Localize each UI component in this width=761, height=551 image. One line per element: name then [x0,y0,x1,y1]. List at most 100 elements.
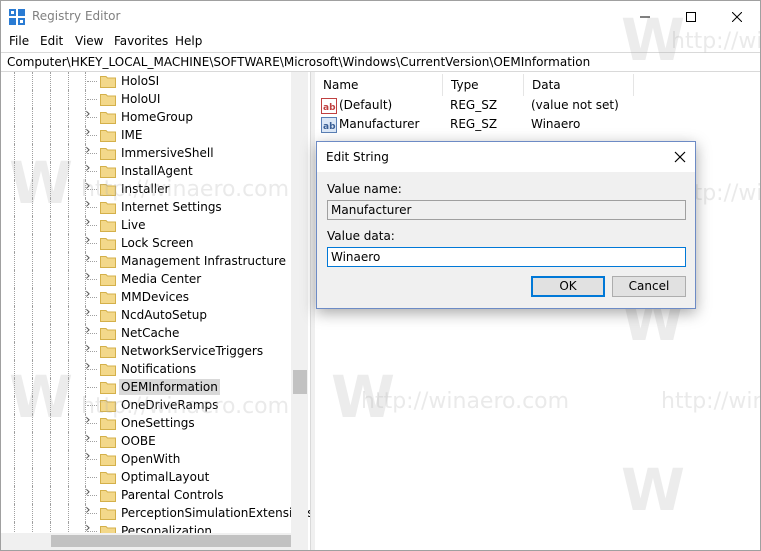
tree-item[interactable]: › Live [1,215,301,234]
column-header-name[interactable]: Name [315,74,443,96]
tree-item[interactable]: › Lock Screen [1,233,301,252]
tree-guide-line [32,90,33,108]
menu-view[interactable]: View [75,34,103,48]
expand-chevron-icon[interactable]: › [85,179,95,193]
key-tree[interactable]: HoloSI HoloUI › HomeGroup › IME › ImmersiveShel… [1,72,310,550]
tree-guide-line [85,72,86,90]
tree-item[interactable]: OEMInformation [1,378,301,396]
tree-item-label: Media Center [121,272,202,286]
tree-horizontal-scroll-thumb[interactable] [51,535,291,547]
expand-chevron-icon[interactable]: › [85,161,95,175]
title-bar[interactable]: Registry Editor [1,1,760,32]
tree-guide-line [32,198,33,216]
cancel-button[interactable]: Cancel [612,276,686,297]
tree-item[interactable]: › Media Center [1,269,301,288]
value-row-manufacturer[interactable]: ab Manufacturer REG_SZ Winaero [315,116,760,135]
tree-guide-line [14,414,15,432]
dialog-title-bar[interactable]: Edit String [317,142,695,172]
dialog-close-button[interactable] [669,146,691,168]
maximize-button[interactable] [668,1,714,32]
tree-guide-line [14,108,15,126]
folder-icon [100,328,116,340]
tree-guide-line [50,216,51,234]
tree-guide-line [68,432,69,450]
tree-item[interactable]: › OneSettings [1,413,301,432]
list-header: Name Type Data [315,74,760,96]
tree-guide-line [32,72,33,90]
tree-guide-line [32,108,33,126]
tree-vertical-scroll-thumb[interactable] [293,370,307,394]
tree-item[interactable]: › MMDevices [1,287,301,306]
tree-item[interactable]: OneDriveRamps [1,396,301,414]
svg-text:ab: ab [323,103,336,113]
address-bar[interactable]: Computer\HKEY_LOCAL_MACHINE\SOFTWARE\Mic… [1,52,760,72]
close-button[interactable] [714,1,760,32]
menu-favorites[interactable]: Favorites [114,34,168,48]
tree-item[interactable]: › Internet Settings [1,197,301,216]
expand-chevron-icon[interactable]: › [85,359,95,373]
expand-chevron-icon[interactable]: › [85,431,95,445]
value-type: REG_SZ [450,117,498,131]
tree-item[interactable]: › HomeGroup [1,107,301,126]
tree-item[interactable]: › InstallAgent [1,161,301,180]
expand-chevron-icon[interactable]: › [85,485,95,499]
expand-chevron-icon[interactable]: › [85,503,95,517]
tree-item[interactable]: › PerceptionSimulationExtensions [1,503,310,522]
tree-item[interactable]: › OpenWith [1,449,301,468]
tree-item[interactable]: › NetCache [1,323,301,342]
expand-chevron-icon[interactable]: › [85,251,95,265]
folder-icon [100,274,116,286]
tree-item[interactable]: › Installer [1,179,301,198]
expand-chevron-icon[interactable]: › [85,449,95,463]
tree-item-label: HoloSI [121,74,160,88]
menu-file[interactable]: File [9,34,29,48]
tree-vertical-scrollbar[interactable] [291,72,308,533]
edit-string-dialog: Edit String Value name: Manufacturer Val… [316,141,696,309]
folder-icon [100,166,116,178]
tree-item[interactable]: › NcdAutoSetup [1,305,301,324]
tree-guide-line [14,504,15,522]
expand-chevron-icon[interactable]: › [85,197,95,211]
expand-chevron-icon[interactable]: › [85,215,95,229]
expand-chevron-icon[interactable]: › [85,341,95,355]
minimize-button[interactable] [622,1,668,32]
tree-guide-line [14,180,15,198]
column-header-type[interactable]: Type [443,74,524,96]
tree-item[interactable]: › NetworkServiceTriggers [1,341,301,360]
expand-chevron-icon[interactable]: › [85,107,95,121]
expand-chevron-icon[interactable]: › [85,287,95,301]
value-data-input[interactable]: Winaero [327,247,686,267]
tree-item[interactable]: › OOBE [1,431,301,450]
tree-guide-line [32,126,33,144]
tree-guide-line [14,216,15,234]
expand-chevron-icon[interactable]: › [85,269,95,283]
ok-button[interactable]: OK [531,276,605,297]
value-data-label: Value data: [327,229,395,243]
tree-item[interactable]: › Parental Controls [1,485,301,504]
expand-chevron-icon[interactable]: › [85,233,95,247]
tree-item-label: NcdAutoSetup [121,308,207,322]
tree-guide-line [14,450,15,468]
tree-guide-line [14,324,15,342]
expand-chevron-icon[interactable]: › [85,125,95,139]
tree-item-label: Live [121,218,146,232]
folder-icon [100,256,116,268]
tree-guide-line [50,234,51,252]
expand-chevron-icon[interactable]: › [85,143,95,157]
expand-chevron-icon[interactable]: › [85,323,95,337]
tree-item[interactable]: OptimalLayout [1,468,301,486]
tree-item[interactable]: HoloSI [1,72,301,90]
tree-item[interactable]: HoloUI [1,90,301,108]
expand-chevron-icon[interactable]: › [85,305,95,319]
tree-item[interactable]: › Management Infrastructure [1,251,301,270]
tree-guide-line [32,486,33,504]
column-header-data[interactable]: Data [524,74,634,96]
value-row-default[interactable]: ab (Default) REG_SZ (value not set) [315,97,760,116]
tree-item[interactable]: › ImmersiveShell [1,143,301,162]
tree-guide-line [32,432,33,450]
menu-edit[interactable]: Edit [40,34,63,48]
tree-item[interactable]: › Notifications [1,359,301,378]
expand-chevron-icon[interactable]: › [85,413,95,427]
tree-item[interactable]: › IME [1,125,301,144]
menu-help[interactable]: Help [175,34,202,48]
